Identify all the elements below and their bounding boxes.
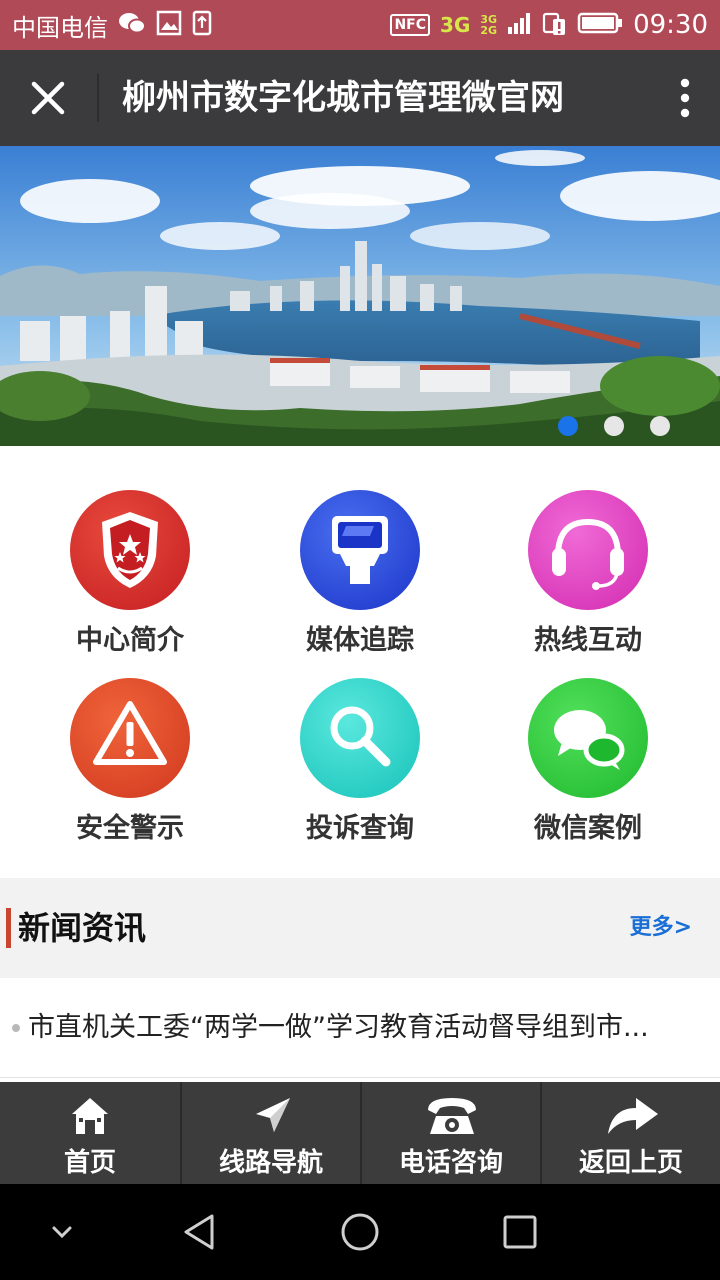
- nav-label: 首页: [63, 1148, 116, 1178]
- title-bar: 柳州市数字化城市管理微官网: [0, 50, 720, 146]
- image-icon: [156, 10, 182, 40]
- grid-item-center-intro[interactable]: 中心简介: [30, 490, 230, 670]
- grid-item-label: 微信案例: [534, 813, 642, 844]
- grid-item-label: 安全警示: [76, 813, 184, 844]
- nav-route[interactable]: 线路导航: [180, 1082, 360, 1184]
- back-arrow-icon: [604, 1094, 660, 1138]
- wechat-icon: [118, 11, 146, 39]
- grid-item-label: 投诉查询: [306, 813, 414, 844]
- title-divider: [97, 74, 99, 122]
- nav-phone[interactable]: 电话咨询: [360, 1082, 540, 1184]
- flash-icon: [300, 490, 420, 610]
- news-list-item[interactable]: 市直机关工委“两学一做”学习教育活动督导组到市...: [0, 978, 720, 1078]
- nav-label: 电话咨询: [398, 1148, 503, 1178]
- carrier-name: 中国电信: [12, 13, 108, 42]
- news-section-header: 新闻资讯 更多>: [0, 878, 720, 978]
- grid-item-media-tracking[interactable]: 媒体追踪: [260, 490, 460, 670]
- page-title: 柳州市数字化城市管理微官网: [122, 78, 564, 118]
- carousel-dot-1[interactable]: [558, 416, 578, 436]
- grid-item-label: 中心简介: [76, 625, 184, 656]
- grid-item-safety-warning[interactable]: 安全警示: [30, 678, 230, 858]
- bottom-nav: 首页 线路导航 电话咨询 返回上页: [0, 1082, 720, 1184]
- carousel-indicators: [558, 416, 670, 436]
- network-3g: 3G: [440, 13, 471, 37]
- phone-icon: [424, 1094, 480, 1138]
- network-2g-small: 2G: [480, 24, 498, 37]
- navigation-icon: [250, 1094, 294, 1138]
- clock: 09:30: [633, 10, 708, 40]
- close-icon[interactable]: [24, 74, 72, 122]
- status-left: 中国电信: [12, 0, 212, 50]
- carousel-dot-3[interactable]: [650, 416, 670, 436]
- status-right: NFC 3G 3G 2G 09:30: [390, 0, 708, 50]
- grid-item-hotline[interactable]: 热线互动: [488, 490, 688, 670]
- carousel-dot-2[interactable]: [604, 416, 624, 436]
- back-icon[interactable]: [178, 1210, 222, 1254]
- grid-item-label: 热线互动: [534, 625, 642, 656]
- grid-item-wechat-cases[interactable]: 微信案例: [488, 678, 688, 858]
- home-icon: [68, 1094, 112, 1138]
- battery-icon: [577, 11, 623, 39]
- recents-icon[interactable]: [498, 1210, 542, 1254]
- nav-label: 返回上页: [578, 1148, 683, 1178]
- headset-icon: [528, 490, 648, 610]
- home-circle-icon[interactable]: [338, 1210, 382, 1254]
- upload-icon: [192, 10, 212, 40]
- more-vertical-icon[interactable]: [680, 78, 690, 118]
- news-more-link[interactable]: 更多>: [630, 878, 692, 978]
- search-icon: [300, 678, 420, 798]
- news-section-title: 新闻资讯: [18, 909, 147, 947]
- system-nav-bar: [0, 1184, 720, 1280]
- chevron-down-icon[interactable]: [40, 1210, 84, 1254]
- grid-item-complaint-query[interactable]: 投诉查询: [260, 678, 460, 858]
- section-accent-bar: [6, 908, 11, 948]
- sim-alert-icon: [541, 10, 567, 40]
- badge-icon: [70, 490, 190, 610]
- network-3g-2g: 3G 2G: [480, 14, 497, 36]
- banner-carousel[interactable]: [0, 146, 720, 446]
- news-item-title: 市直机关工委“两学一做”学习教育活动督导组到市...: [28, 1012, 649, 1043]
- nfc-indicator: NFC: [390, 14, 431, 36]
- nav-label: 线路导航: [218, 1148, 323, 1178]
- chat-icon: [528, 678, 648, 798]
- bullet-icon: [12, 1024, 20, 1032]
- banner-image: [0, 146, 720, 446]
- menu-grid: 中心简介 媒体追踪 热线互动 安全警示 投诉查询 微信案例: [0, 446, 720, 878]
- status-bar: 中国电信 NFC 3G 3G 2G 09:30: [0, 0, 720, 50]
- nav-home[interactable]: 首页: [0, 1082, 180, 1184]
- nav-back[interactable]: 返回上页: [540, 1082, 720, 1184]
- signal-icon: [507, 11, 531, 39]
- grid-item-label: 媒体追踪: [306, 625, 414, 656]
- warning-icon: [70, 678, 190, 798]
